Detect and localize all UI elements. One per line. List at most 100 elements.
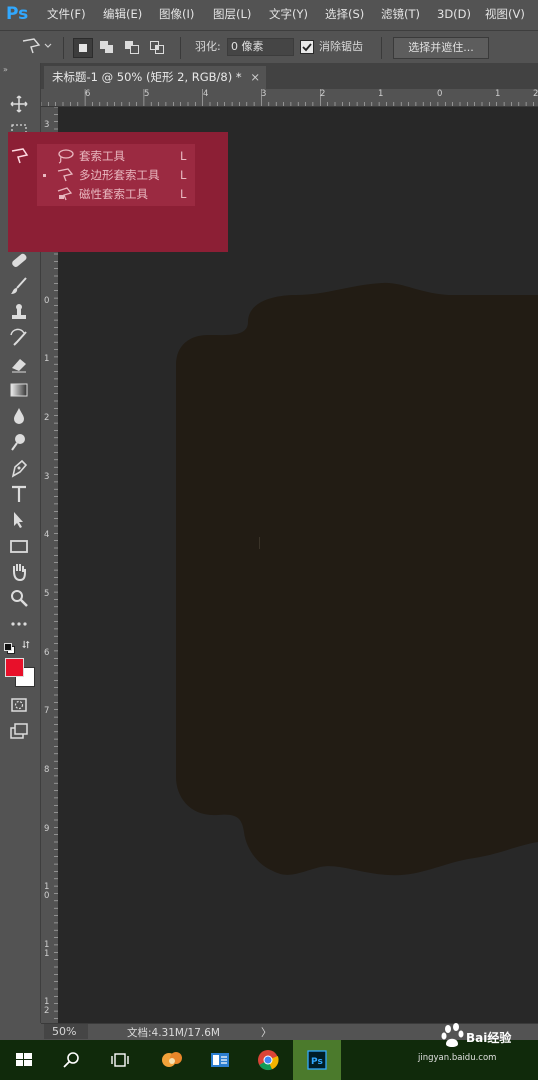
pen-tool-icon[interactable] xyxy=(8,457,30,479)
shortcut-key: L xyxy=(180,149,187,163)
ruler-label: 4 xyxy=(203,89,209,99)
ruler-label: 4 xyxy=(44,530,50,540)
baidu-paw-icon xyxy=(441,1023,464,1047)
menu-image[interactable]: 图像(I) xyxy=(159,0,194,29)
menu-edit[interactable]: 编辑(E) xyxy=(103,0,142,29)
checkmark-icon xyxy=(302,43,312,52)
desktop-app-icon[interactable] xyxy=(196,1040,244,1080)
add-to-selection-button[interactable] xyxy=(98,38,116,56)
screen-mode-icon[interactable] xyxy=(8,720,30,742)
lasso-icon xyxy=(58,149,74,164)
dodge-tool-icon[interactable] xyxy=(8,431,30,453)
ruler-label: 0 xyxy=(44,296,50,306)
horizontal-ruler-ticks xyxy=(41,89,534,106)
polygonal-lasso-icon xyxy=(57,168,74,182)
feather-input[interactable]: 0 像素 xyxy=(227,38,294,56)
ruler-label: 6 xyxy=(44,648,50,658)
healing-brush-tool-icon[interactable] xyxy=(8,249,30,271)
ruler-label: 6 xyxy=(85,89,91,99)
select-and-mask-button[interactable]: 选择并遮住... xyxy=(393,37,489,59)
quick-mask-icon[interactable] xyxy=(8,694,30,716)
antialias-checkbox[interactable] xyxy=(300,40,314,54)
clone-stamp-tool-icon[interactable] xyxy=(8,301,30,323)
path-selection-tool-icon[interactable] xyxy=(8,509,30,531)
gradient-tool-icon[interactable] xyxy=(8,379,30,401)
eraser-tool-icon[interactable] xyxy=(8,353,30,375)
ruler-label: 1 xyxy=(495,89,501,99)
menu-file[interactable]: 文件(F) xyxy=(47,0,86,29)
ruler-label: 1 xyxy=(44,354,50,364)
hand-tool-icon[interactable] xyxy=(8,561,30,583)
type-tool-icon[interactable] xyxy=(8,483,30,505)
menu-item-lasso[interactable]: 套索工具 L xyxy=(37,146,195,166)
ruler-label: 1 1 xyxy=(44,940,50,959)
intersect-selection-button[interactable] xyxy=(148,38,166,56)
ruler-label: 0 xyxy=(437,89,443,99)
blur-tool-icon[interactable] xyxy=(8,405,30,427)
ruler-label: 2 xyxy=(533,89,538,99)
feather-label: 羽化: xyxy=(195,40,221,53)
move-tool-icon[interactable] xyxy=(8,93,30,115)
menu-bar: Ps 文件(F) 编辑(E) 图像(I) 图层(L) 文字(Y) 选择(S) 滤… xyxy=(0,0,538,29)
swap-colors-icon[interactable]: ⮃ xyxy=(22,640,34,652)
chevron-down-icon[interactable] xyxy=(44,43,52,49)
menu-item-magnetic-lasso[interactable]: 磁性套索工具 L xyxy=(37,184,195,204)
photoshop-logo: Ps xyxy=(6,4,29,24)
shortcut-key: L xyxy=(180,187,187,201)
document-size-info: 文档:4.31M/17.6M xyxy=(127,1027,220,1039)
zoom-tool-icon[interactable] xyxy=(8,587,30,609)
rectangle-tool-icon[interactable] xyxy=(8,535,30,557)
magnetic-lasso-icon xyxy=(57,187,73,201)
lasso-tool-active-icon[interactable] xyxy=(8,145,30,167)
windows-start-icon[interactable] xyxy=(0,1040,48,1080)
close-tab-icon[interactable]: × xyxy=(250,66,260,88)
menu-item-label: 套索工具 xyxy=(79,149,125,163)
zoom-level-field[interactable]: 50% xyxy=(44,1024,88,1039)
collapse-panel-icon[interactable]: » xyxy=(3,65,8,74)
watermark-url: jingyan.baidu.com xyxy=(418,1053,497,1063)
chrome-icon[interactable] xyxy=(244,1040,292,1080)
brush-tool-icon[interactable] xyxy=(8,275,30,297)
task-view-icon[interactable] xyxy=(96,1040,144,1080)
ruler-label: 8 xyxy=(44,765,50,775)
selected-indicator xyxy=(43,174,46,177)
search-icon[interactable] xyxy=(48,1040,96,1080)
more-tools-icon[interactable] xyxy=(8,613,30,635)
document-tab-title: 未标题-1 @ 50% (矩形 2, RGB/8) * xyxy=(52,70,242,84)
menu-3d[interactable]: 3D(D) xyxy=(437,0,471,29)
menu-select[interactable]: 选择(S) xyxy=(325,0,364,29)
menu-view[interactable]: 视图(V) xyxy=(485,0,525,29)
ruler-label: 7 xyxy=(44,706,50,716)
ruler-label: 9 xyxy=(44,824,50,834)
photoshop-app-icon: Ps xyxy=(311,1057,323,1067)
foreground-color-swatch[interactable] xyxy=(5,658,24,677)
ruler-label: 3 xyxy=(44,472,50,482)
photoshop-taskbar-button[interactable]: Ps xyxy=(293,1040,341,1080)
horizontal-ruler[interactable]: 6 5 4 3 2 1 0 1 2 xyxy=(41,89,538,107)
menu-item-polygonal-lasso[interactable]: 多边形套索工具 L xyxy=(37,165,195,185)
document-tab[interactable]: 未标题-1 @ 50% (矩形 2, RGB/8) * × xyxy=(44,66,266,89)
new-selection-button[interactable] xyxy=(73,38,93,58)
ruler-label: 5 xyxy=(44,589,50,599)
ruler-label: 1 xyxy=(378,89,384,99)
ruler-label: 2 xyxy=(44,413,50,423)
ruler-label: 3 xyxy=(261,89,267,99)
tool-preset-picker[interactable] xyxy=(20,37,42,57)
ruler-label: 5 xyxy=(144,89,150,99)
options-bar: 羽化: 0 像素 消除锯齿 选择并遮住... xyxy=(0,30,538,64)
baidu-watermark: Bai经验 jingyan.baidu.com xyxy=(410,1020,530,1070)
chat-app-icon[interactable] xyxy=(148,1040,196,1080)
ruler-label: 2 xyxy=(320,89,326,99)
ruler-label: 1 0 xyxy=(44,882,50,901)
polygonal-lasso-icon xyxy=(22,38,41,54)
menu-layer[interactable]: 图层(L) xyxy=(213,0,251,29)
menu-item-label: 磁性套索工具 xyxy=(79,187,148,201)
antialias-label: 消除锯齿 xyxy=(319,40,363,53)
history-brush-tool-icon[interactable] xyxy=(8,327,30,349)
status-menu-arrow[interactable]: 〉 xyxy=(261,1025,272,1040)
subtract-from-selection-button[interactable] xyxy=(123,38,141,56)
menu-filter[interactable]: 滤镜(T) xyxy=(381,0,420,29)
menu-item-label: 多边形套索工具 xyxy=(79,168,160,182)
menu-type[interactable]: 文字(Y) xyxy=(269,0,308,29)
default-colors-icon[interactable] xyxy=(4,643,15,654)
